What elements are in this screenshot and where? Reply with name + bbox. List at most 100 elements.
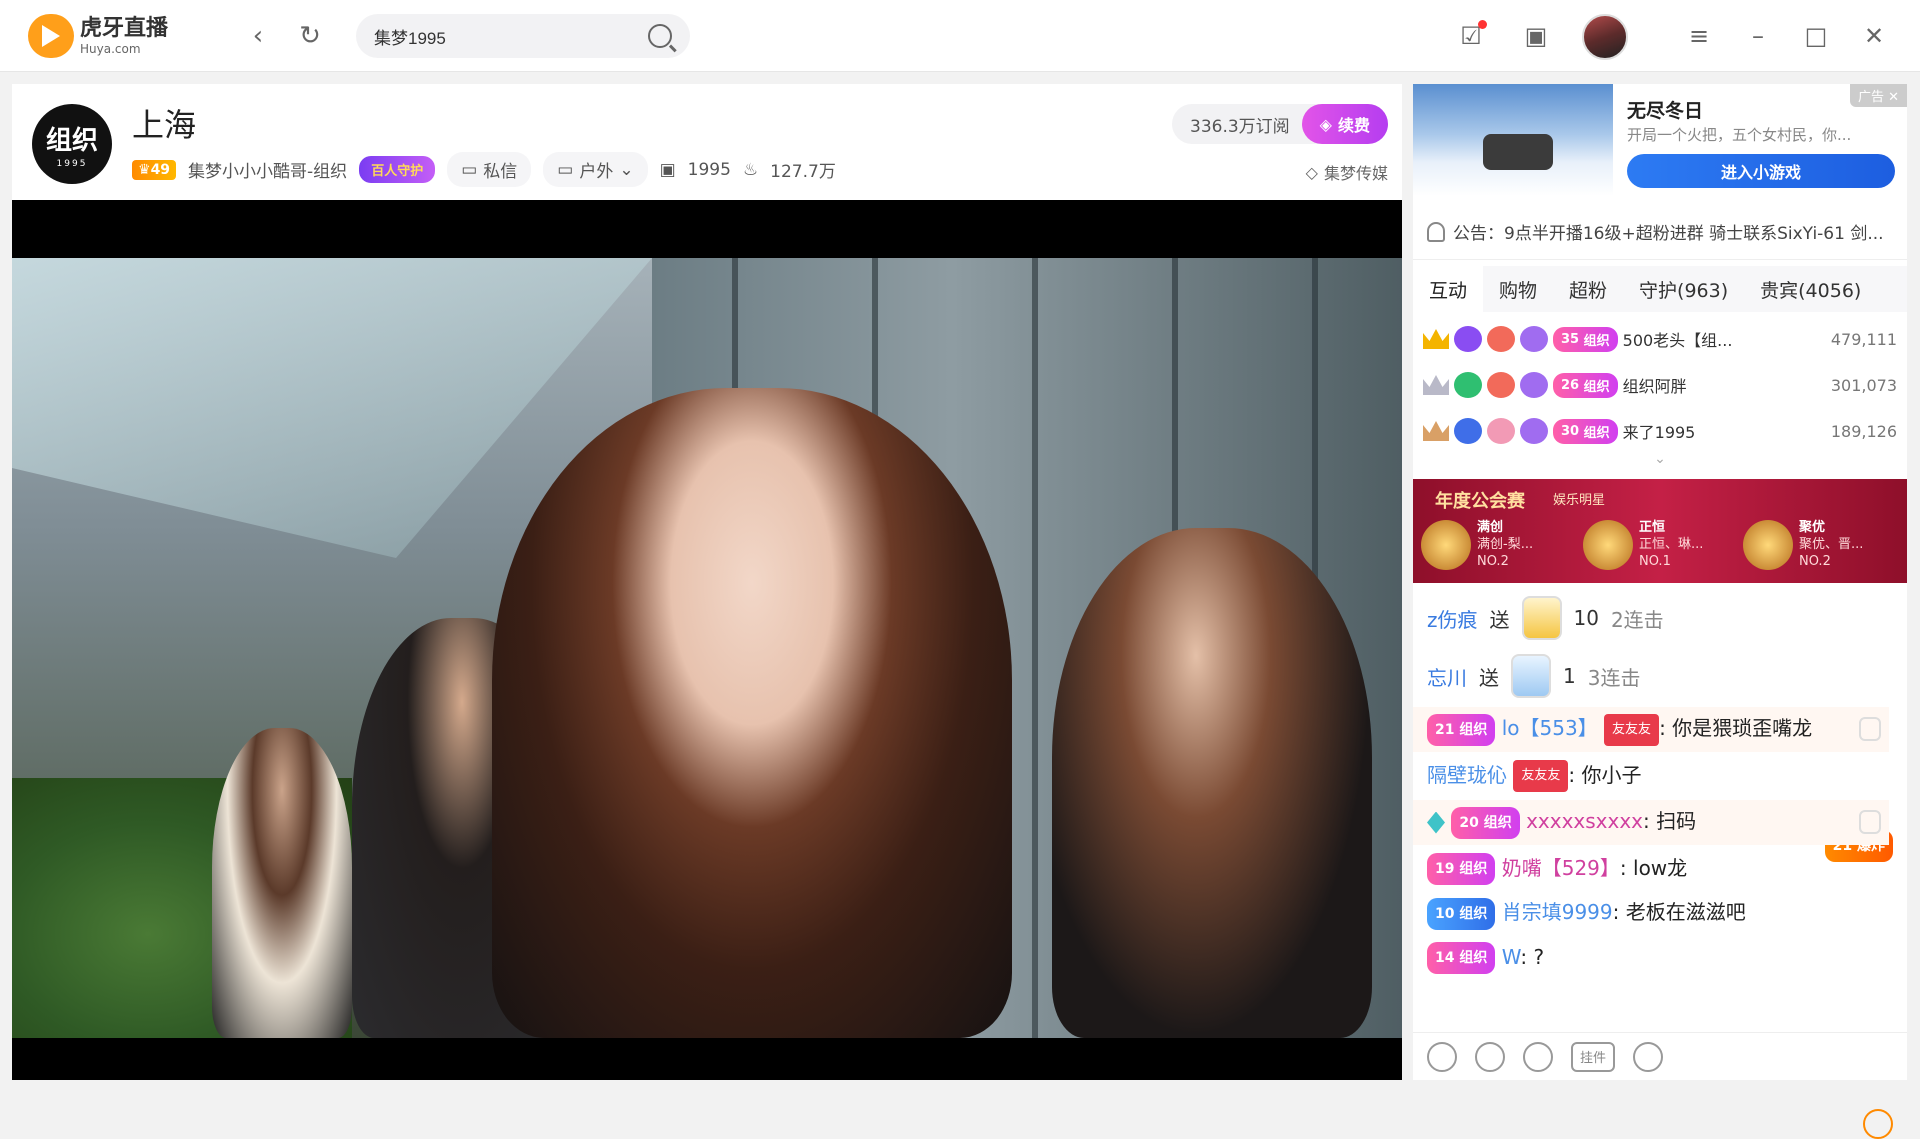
org-name: 集梦传媒 — [1323, 164, 1388, 183]
gift-sender[interactable]: 忘川 — [1427, 662, 1467, 691]
tv-icon: ▭ — [557, 159, 574, 180]
rank-user-name[interactable]: 来了1995 — [1623, 419, 1826, 443]
huya-logo[interactable]: 虎牙直播 Huya.com — [28, 14, 168, 58]
rank-row[interactable]: 30 组织 来了1995 189,126 — [1413, 408, 1907, 454]
fan-badge[interactable]: 19 组织 — [1427, 853, 1496, 885]
shield-icon: ◇ — [1305, 162, 1318, 182]
diamond-badge-icon — [1520, 326, 1548, 352]
guild-rank: NO.2 — [1799, 554, 1831, 569]
sticker-icon[interactable] — [1475, 1041, 1505, 1072]
org-link[interactable]: ◇ 集梦传媒 — [1306, 160, 1388, 184]
crown-icon — [1423, 375, 1449, 395]
ad-description: 开局一个火把，五个女村民，你... — [1627, 126, 1852, 144]
chat-user-name[interactable]: W — [1502, 945, 1521, 969]
tab-vip[interactable]: 贵宾(4056) — [1744, 266, 1877, 312]
guild-entry[interactable]: 满创 满创-梨... NO.2 — [1421, 519, 1533, 570]
ad-image[interactable] — [1413, 84, 1613, 196]
search-input[interactable] — [374, 26, 648, 46]
chat-message: 21 爆炸 隔壁珑伈 友友友: 你小子 — [1413, 754, 1907, 862]
tab-shopping[interactable]: 购物 — [1483, 266, 1553, 312]
rank-medal-icon — [1421, 519, 1471, 570]
renew-label: 续费 — [1337, 116, 1370, 135]
category-button[interactable]: ▭ 户外 ⌄ — [543, 152, 648, 187]
heat-value: 127.7万 — [770, 162, 836, 182]
report-icon[interactable] — [1859, 717, 1881, 741]
chat-text: 你小子 — [1581, 762, 1642, 787]
report-icon[interactable] — [1859, 810, 1881, 834]
chat-user-name[interactable]: xxxxxsxxxx — [1526, 809, 1643, 833]
guard-badge[interactable]: 百人守护 — [359, 156, 436, 183]
ad-banner[interactable]: 无尽冬日 开局一个火把，五个女村民，你... 进入小游戏 广告 ✕ — [1413, 84, 1907, 196]
fan-badge[interactable]: 14 组织 — [1427, 942, 1496, 974]
gift-verb: 送 — [1479, 665, 1499, 690]
noble-badge-icon — [1454, 326, 1482, 352]
gift-count: 1 — [1563, 664, 1576, 688]
pendant-button[interactable]: 挂件 — [1571, 1041, 1615, 1072]
heat-icon: ♨ — [742, 159, 759, 180]
chat-user-name[interactable]: 肖宗填9999 — [1502, 900, 1613, 924]
renew-button[interactable]: ◈ 续费 — [1301, 104, 1388, 144]
guild-contest-banner[interactable]: 年度公会赛 娱乐明星 满创 满创-梨... NO.2 正恒 正恒、琳... NO.1 聚… — [1413, 479, 1907, 583]
rank-user-name[interactable]: 500老头【组... — [1623, 327, 1826, 351]
tab-interact[interactable]: 互动 — [1413, 266, 1484, 312]
banner-title: 年度公会赛 — [1435, 491, 1525, 512]
diamond-badge-icon — [1520, 372, 1548, 398]
fan-card-icon[interactable] — [1863, 1109, 1893, 1139]
ad-play-button[interactable]: 进入小游戏 — [1627, 154, 1895, 188]
menu-icon[interactable]: ≡ — [1683, 20, 1715, 52]
ad-title: 无尽冬日 — [1627, 100, 1704, 122]
guard-badge-icon — [1487, 418, 1515, 444]
logo-subtext: Huya.com — [80, 41, 141, 56]
user-avatar[interactable] — [1582, 14, 1628, 60]
fan-badge[interactable]: 20 组织 — [1451, 806, 1520, 839]
back-icon[interactable]: ‹ — [242, 20, 274, 52]
fan-level: 10 — [1435, 905, 1455, 922]
rank-row[interactable]: 35 组织 500老头【组... 479,111 — [1413, 316, 1907, 362]
palette-icon[interactable] — [1523, 1041, 1553, 1072]
emoji-icon[interactable] — [1427, 1041, 1457, 1072]
chat-user-name[interactable]: 隔壁珑伈 — [1427, 763, 1507, 787]
fan-badge[interactable]: 21 组织 — [1427, 713, 1496, 746]
noble-badge-icon — [1454, 418, 1482, 444]
minimize-icon[interactable]: – — [1742, 20, 1774, 52]
expand-chevron-icon[interactable]: ⌄ — [1413, 452, 1907, 468]
gift-sender[interactable]: z伤痕 — [1427, 604, 1478, 633]
search-box[interactable] — [356, 14, 690, 58]
chat-tabs: 互动 购物 超粉 守护(963) 贵宾(4056) — [1413, 266, 1907, 312]
rank-user-name[interactable]: 组织阿胖 — [1623, 373, 1826, 397]
gift-combo: 2连击 — [1610, 607, 1664, 632]
announcement-text: 公告：9点半开播16级+超粉进群 骑士联系SixYi-61 剑... — [1453, 224, 1884, 244]
rank-medal-icon — [1583, 519, 1633, 570]
rank-row[interactable]: 26 组织 组织阿胖 301,073 — [1413, 362, 1907, 408]
close-icon[interactable]: ✕ — [1858, 20, 1890, 52]
chat-list[interactable]: z伤痕 送 10 2连击 忘川 送 1 3连击 21 组织 lo【553】 友友… — [1413, 589, 1907, 1025]
search-icon[interactable] — [648, 24, 672, 48]
tab-guard[interactable]: 守护(963) — [1623, 266, 1744, 312]
room-avatar[interactable]: 组织 1995 — [32, 104, 112, 184]
maximize-icon[interactable]: □ — [1800, 20, 1832, 52]
fan-level: 20 — [1459, 814, 1479, 831]
guild-entry[interactable]: 聚优 聚优、晋... NO.2 — [1743, 519, 1863, 570]
streamer-name[interactable]: 集梦小小小酷哥-组织 — [188, 157, 347, 182]
screen-mode-icon[interactable]: ▣ — [1520, 20, 1552, 52]
chat-text: low龙 — [1633, 855, 1688, 880]
video-player[interactable] — [12, 200, 1402, 1080]
refresh-icon[interactable]: ↻ — [294, 20, 326, 52]
guild-name: 聚优 — [1799, 520, 1826, 535]
streamer-figure — [492, 388, 1012, 1038]
room-title: 上海 — [132, 106, 197, 144]
chat-message: 20 组织 xxxxxsxxxx: 扫码 — [1413, 800, 1889, 845]
guild-entry[interactable]: 正恒 正恒、琳... NO.1 — [1583, 519, 1703, 570]
fan-name: 组织 — [1459, 861, 1488, 877]
tab-superfans[interactable]: 超粉 — [1553, 266, 1623, 312]
checkin-icon[interactable]: ☑ — [1455, 20, 1487, 52]
ad-tag[interactable]: 广告 ✕ — [1849, 84, 1907, 107]
chat-user-name[interactable]: lo【553】 — [1502, 716, 1598, 740]
like-icon[interactable] — [1633, 1041, 1663, 1072]
title-bar: 虎牙直播 Huya.com ‹ ↻ ☑ ▣ ≡ – □ ✕ — [0, 0, 1920, 72]
chat-user-name[interactable]: 奶嘴【529】 — [1502, 856, 1620, 880]
private-message-button[interactable]: ▭ 私信 — [447, 152, 532, 187]
ad-close-icon[interactable]: ✕ — [1888, 90, 1899, 105]
fan-level: 14 — [1435, 950, 1455, 966]
fan-badge[interactable]: 10 组织 — [1427, 897, 1496, 930]
